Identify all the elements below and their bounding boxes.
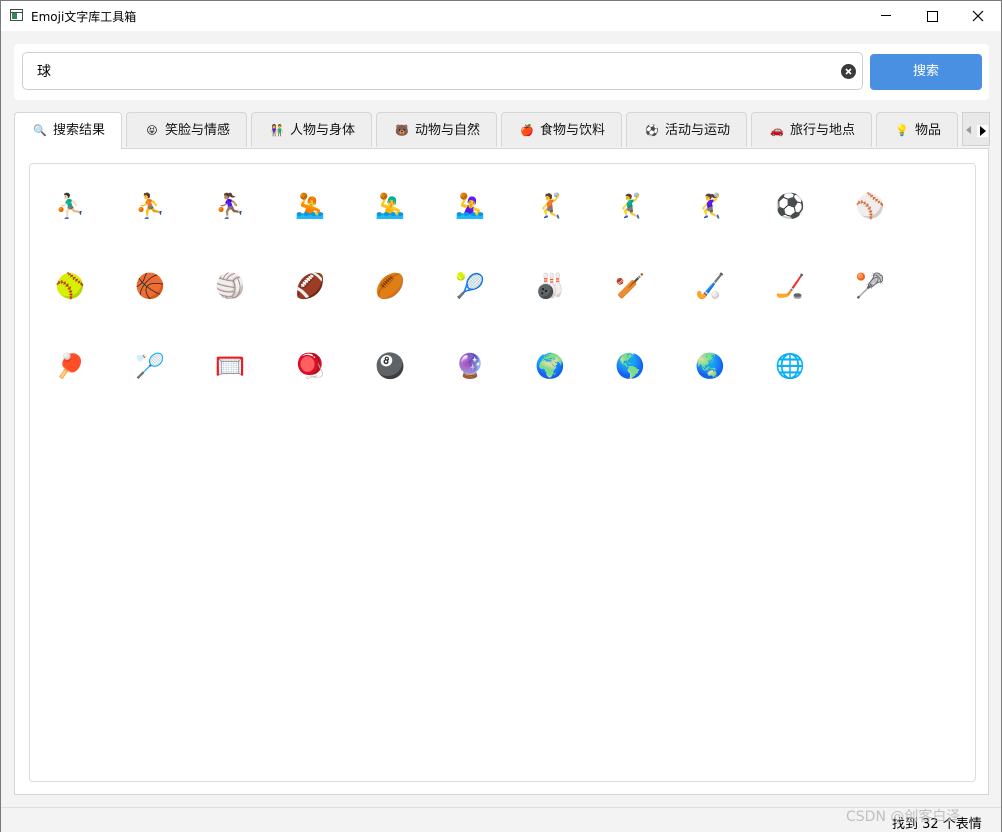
minimize-icon: [881, 15, 891, 16]
emoji-button[interactable]: 🏓: [42, 338, 98, 394]
emoji-button[interactable]: 🏀: [122, 258, 178, 314]
tab-label: 笑脸与情感: [165, 123, 231, 138]
emoji-button[interactable]: 🤽: [282, 178, 338, 234]
tab-scroll-right-button[interactable]: [977, 125, 988, 137]
emoji-button[interactable]: 🤽‍♀️: [442, 178, 498, 234]
tab-3[interactable]: 👫 人物与身体: [251, 112, 372, 147]
emoji-button[interactable]: 🤾‍♀️: [682, 178, 738, 234]
emoji-button[interactable]: 🔮: [442, 338, 498, 394]
emoji-button[interactable]: 🥎: [42, 258, 98, 314]
tab-icon: 🔍: [33, 124, 47, 137]
emoji-button[interactable]: 🎳: [522, 258, 578, 314]
tab-label: 旅行与地点: [790, 123, 856, 138]
emoji-button[interactable]: 🎾: [442, 258, 498, 314]
emoji-button[interactable]: 🤾‍♂️: [602, 178, 658, 234]
tab-icon: 👫: [270, 124, 284, 137]
tab-7[interactable]: 🚗 旅行与地点: [751, 112, 872, 147]
maximize-icon: [927, 11, 938, 22]
emoji-button[interactable]: 🤽‍♂️: [362, 178, 418, 234]
emoji-button[interactable]: ⛹🏽‍♀️: [202, 178, 258, 234]
app-window: Emoji文字库工具箱 搜索 💡 物品 🚗 旅行与地点 ⚽ 活动与运动 🍎 食物与饮料 🐻 动物与…: [0, 0, 1002, 832]
tab-icon: ⚽: [645, 124, 659, 137]
minimize-button[interactable]: [863, 1, 909, 31]
title-bar: Emoji文字库工具箱: [1, 1, 1001, 31]
tab-icon: 💡: [895, 124, 909, 137]
emoji-button[interactable]: 🌎: [602, 338, 658, 394]
emoji-button[interactable]: 🏒: [762, 258, 818, 314]
emoji-button[interactable]: ⛹️: [122, 178, 178, 234]
emoji-button[interactable]: 🏈: [282, 258, 338, 314]
emoji-button[interactable]: 🌏: [682, 338, 738, 394]
tab-6[interactable]: ⚽ 活动与运动: [626, 112, 747, 147]
tab-content-panel: ⛹🏻‍♂️ ⛹️ ⛹🏽‍♀️ 🤽 🤽‍♂️ 🤽‍♀️ 🤾 🤾‍♂️ 🤾‍♀️ ⚽ ⚾ 🥎 🏀 🏐 🏈 🏉 🎾 🎳 🏏…: [14, 148, 989, 795]
emoji-button[interactable]: 🏑: [682, 258, 738, 314]
emoji-button[interactable]: ⚾: [842, 178, 898, 234]
tab-5[interactable]: 🍎 食物与饮料: [501, 112, 622, 147]
tab-icon: 🍎: [520, 124, 534, 137]
emoji-button[interactable]: 🥍: [842, 258, 898, 314]
emoji-button[interactable]: ⛹🏻‍♂️: [42, 178, 98, 234]
maximize-button[interactable]: [909, 1, 955, 31]
emoji-button[interactable]: 🏸: [122, 338, 178, 394]
tab-label: 食物与饮料: [540, 123, 606, 138]
emoji-button[interactable]: 🎱: [362, 338, 418, 394]
tab-icon: 🐻: [395, 124, 409, 137]
emoji-button[interactable]: 🏉: [362, 258, 418, 314]
tab-scroll-left-button[interactable]: [966, 126, 971, 134]
tab-icon: 😝: [146, 124, 158, 137]
tab-8[interactable]: 💡 物品: [876, 112, 958, 147]
emoji-button[interactable]: 🤾: [522, 178, 578, 234]
emoji-button[interactable]: 🥅: [202, 338, 258, 394]
search-input[interactable]: [22, 52, 863, 90]
tab-icon: 🚗: [770, 124, 784, 137]
emoji-button[interactable]: 🪀: [282, 338, 338, 394]
emoji-button[interactable]: ⚽: [762, 178, 818, 234]
emoji-button[interactable]: 🌍: [522, 338, 578, 394]
tab-label: 人物与身体: [290, 123, 356, 138]
tab-label: 动物与自然: [415, 123, 481, 138]
category-tab-bar: 💡 物品 🚗 旅行与地点 ⚽ 活动与运动 🍎 食物与饮料 🐻 动物与自然 👫 人物与身体 😝 笑脸与情感 🔍…: [14, 112, 990, 149]
clear-search-button[interactable]: [841, 64, 856, 79]
close-button[interactable]: [955, 1, 1001, 31]
watermark: CSDN @创客白泽: [846, 809, 961, 825]
search-panel: 搜索: [14, 44, 989, 100]
tab-4[interactable]: 🐻 动物与自然: [376, 112, 497, 147]
clear-icon: [845, 68, 852, 75]
emoji-button[interactable]: 🌐: [762, 338, 818, 394]
tab-label: 活动与运动: [665, 123, 731, 138]
tab-2[interactable]: 😝 笑脸与情感: [126, 112, 247, 147]
close-icon: [972, 10, 984, 22]
tab-label: 物品: [915, 123, 942, 138]
emoji-button[interactable]: 🏐: [202, 258, 258, 314]
search-button[interactable]: 搜索: [870, 54, 982, 90]
tab-1[interactable]: 🔍 搜索结果: [14, 112, 122, 149]
tab-scroll-arrows: [962, 112, 990, 146]
window-title: Emoji文字库工具箱: [31, 10, 137, 24]
emoji-results-grid: ⛹🏻‍♂️ ⛹️ ⛹🏽‍♀️ 🤽 🤽‍♂️ 🤽‍♀️ 🤾 🤾‍♂️ 🤾‍♀️ ⚽ ⚾ 🥎 🏀 🏐 🏈 🏉 🎾 🎳 🏏…: [29, 163, 976, 782]
app-icon: [10, 9, 23, 21]
tab-label: 搜索结果: [53, 123, 106, 138]
emoji-button[interactable]: 🏏: [602, 258, 658, 314]
